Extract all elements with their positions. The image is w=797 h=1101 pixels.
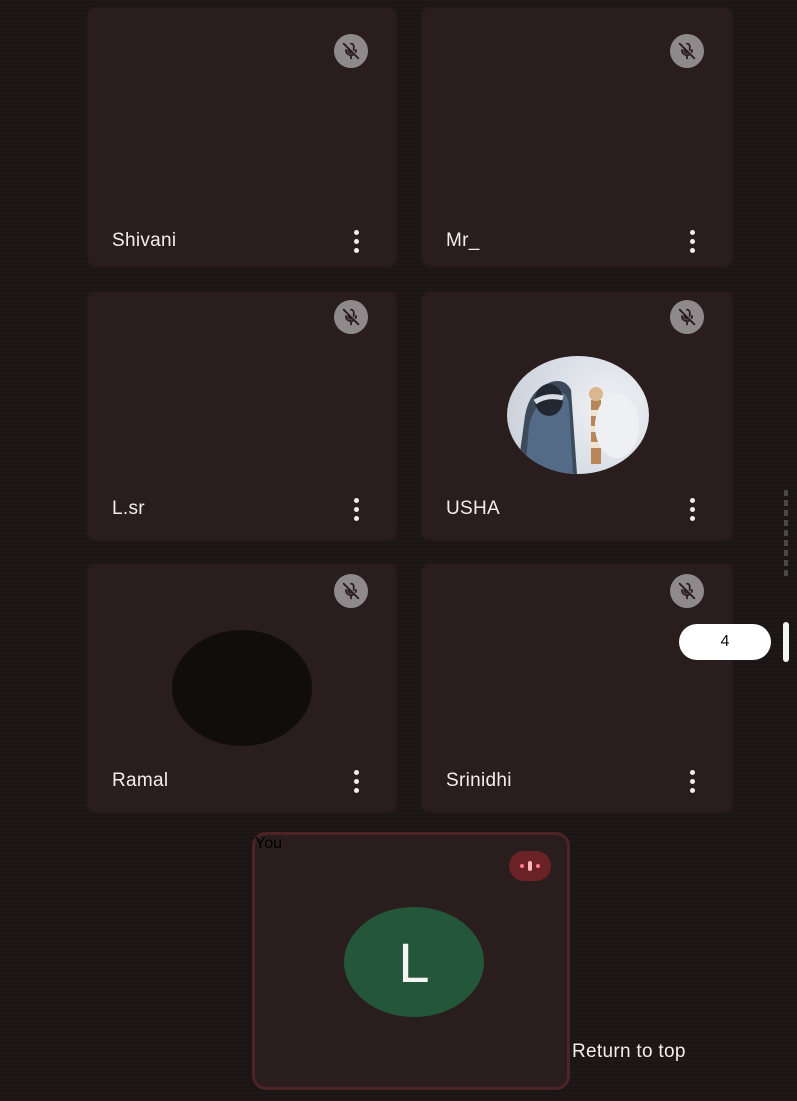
mic-off-icon bbox=[670, 34, 704, 68]
return-to-top-button[interactable]: Return to top bbox=[572, 1041, 686, 1063]
audio-level-icon bbox=[509, 851, 551, 881]
participant-tile[interactable]: L.sr bbox=[86, 290, 398, 542]
more-vert-icon[interactable] bbox=[344, 224, 368, 258]
mic-off-icon bbox=[334, 34, 368, 68]
self-name: You bbox=[255, 835, 282, 852]
avatar bbox=[507, 356, 649, 474]
participant-name: Ramal bbox=[112, 770, 169, 791]
mic-off-icon bbox=[334, 574, 368, 608]
participant-name: Srinidhi bbox=[446, 770, 512, 791]
participant-name: USHA bbox=[446, 498, 500, 519]
mic-off-icon bbox=[670, 300, 704, 334]
participant-tile[interactable]: USHA bbox=[420, 290, 734, 542]
mic-off-icon bbox=[334, 300, 368, 334]
avatar: L bbox=[344, 907, 484, 1017]
scrollbar-track[interactable] bbox=[784, 490, 788, 580]
participant-name: Mr_ bbox=[446, 230, 480, 251]
meeting-grid: Shivani Mr_ L.sr USHA Ramal Srinidhi L Y… bbox=[0, 0, 797, 1101]
participant-name: Shivani bbox=[112, 230, 177, 251]
more-vert-icon[interactable] bbox=[680, 764, 704, 798]
page-indicator: 4 bbox=[679, 624, 771, 660]
participant-tile[interactable]: Mr_ bbox=[420, 6, 734, 268]
more-vert-icon[interactable] bbox=[680, 492, 704, 526]
more-vert-icon[interactable] bbox=[344, 492, 368, 526]
participant-tile[interactable]: Srinidhi bbox=[420, 562, 734, 814]
mic-off-icon bbox=[670, 574, 704, 608]
participant-tile[interactable]: Shivani bbox=[86, 6, 398, 268]
more-vert-icon[interactable] bbox=[344, 764, 368, 798]
more-vert-icon[interactable] bbox=[680, 224, 704, 258]
self-tile[interactable]: L You bbox=[252, 832, 570, 1090]
scrollbar-thumb[interactable] bbox=[783, 622, 789, 662]
participant-tile[interactable]: Ramal bbox=[86, 562, 398, 814]
avatar bbox=[172, 630, 312, 746]
participant-name: L.sr bbox=[112, 498, 145, 519]
